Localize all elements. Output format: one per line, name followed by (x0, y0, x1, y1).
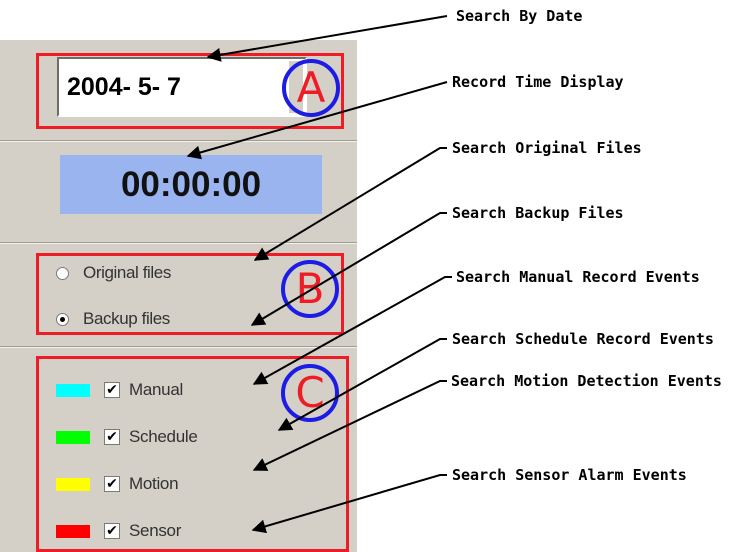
callout-manual-events: Search Manual Record Events (456, 268, 700, 286)
callout-backup-files: Search Backup Files (452, 204, 624, 222)
callout-sensor-events: Search Sensor Alarm Events (452, 466, 687, 484)
callout-motion-events: Search Motion Detection Events (451, 372, 722, 390)
callout-record-time: Record Time Display (452, 73, 624, 91)
arrow-record-time (186, 81, 448, 160)
arrow-original-files (253, 147, 447, 261)
arrow-sensor-events (251, 474, 447, 534)
arrow-backup-files (250, 212, 447, 326)
arrow-schedule-events (277, 338, 447, 431)
arrow-search-by-date (206, 15, 448, 62)
arrow-manual-events (252, 276, 452, 385)
arrow-motion-events (252, 380, 447, 471)
callout-schedule-events: Search Schedule Record Events (452, 330, 714, 348)
callout-original-files: Search Original Files (452, 139, 642, 157)
callout-search-by-date: Search By Date (456, 7, 583, 25)
